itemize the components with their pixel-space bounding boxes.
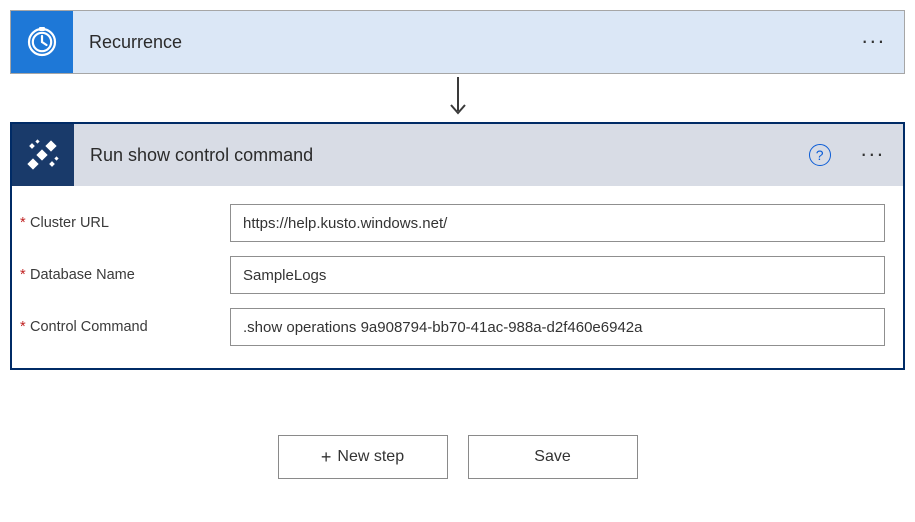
database-name-label: Database Name — [30, 267, 230, 283]
cluster-url-label: Cluster URL — [30, 215, 230, 231]
kusto-icon — [12, 124, 74, 186]
more-menu-icon[interactable]: ... — [844, 25, 904, 47]
recurrence-icon — [11, 11, 73, 73]
more-menu-icon[interactable]: ... — [843, 138, 903, 160]
connector-arrow — [10, 74, 905, 122]
new-step-label: New step — [337, 448, 404, 466]
footer-buttons: + New step Save — [10, 435, 905, 479]
control-command-label: Control Command — [30, 319, 230, 335]
help-icon[interactable]: ? — [809, 144, 831, 166]
cluster-url-input[interactable] — [230, 204, 885, 242]
action-body: Cluster URL Database Name Control Comman… — [12, 186, 903, 368]
save-label: Save — [534, 448, 570, 466]
plus-icon: + — [321, 448, 332, 466]
action-header: Run show control command ? ... — [12, 124, 903, 186]
workflow-canvas: Recurrence ... Run show c — [10, 10, 905, 479]
field-row-cluster-url: Cluster URL — [30, 204, 885, 242]
trigger-header: Recurrence ... — [11, 11, 904, 73]
field-row-control-command: Control Command — [30, 308, 885, 346]
trigger-recurrence-card[interactable]: Recurrence ... — [10, 10, 905, 74]
new-step-button[interactable]: + New step — [278, 435, 448, 479]
action-title: Run show control command — [74, 145, 809, 166]
action-run-show-control-command-card[interactable]: Run show control command ? ... Cluster U… — [10, 122, 905, 370]
database-name-input[interactable] — [230, 256, 885, 294]
control-command-input[interactable] — [230, 308, 885, 346]
save-button[interactable]: Save — [468, 435, 638, 479]
field-row-database-name: Database Name — [30, 256, 885, 294]
trigger-title: Recurrence — [73, 32, 844, 53]
